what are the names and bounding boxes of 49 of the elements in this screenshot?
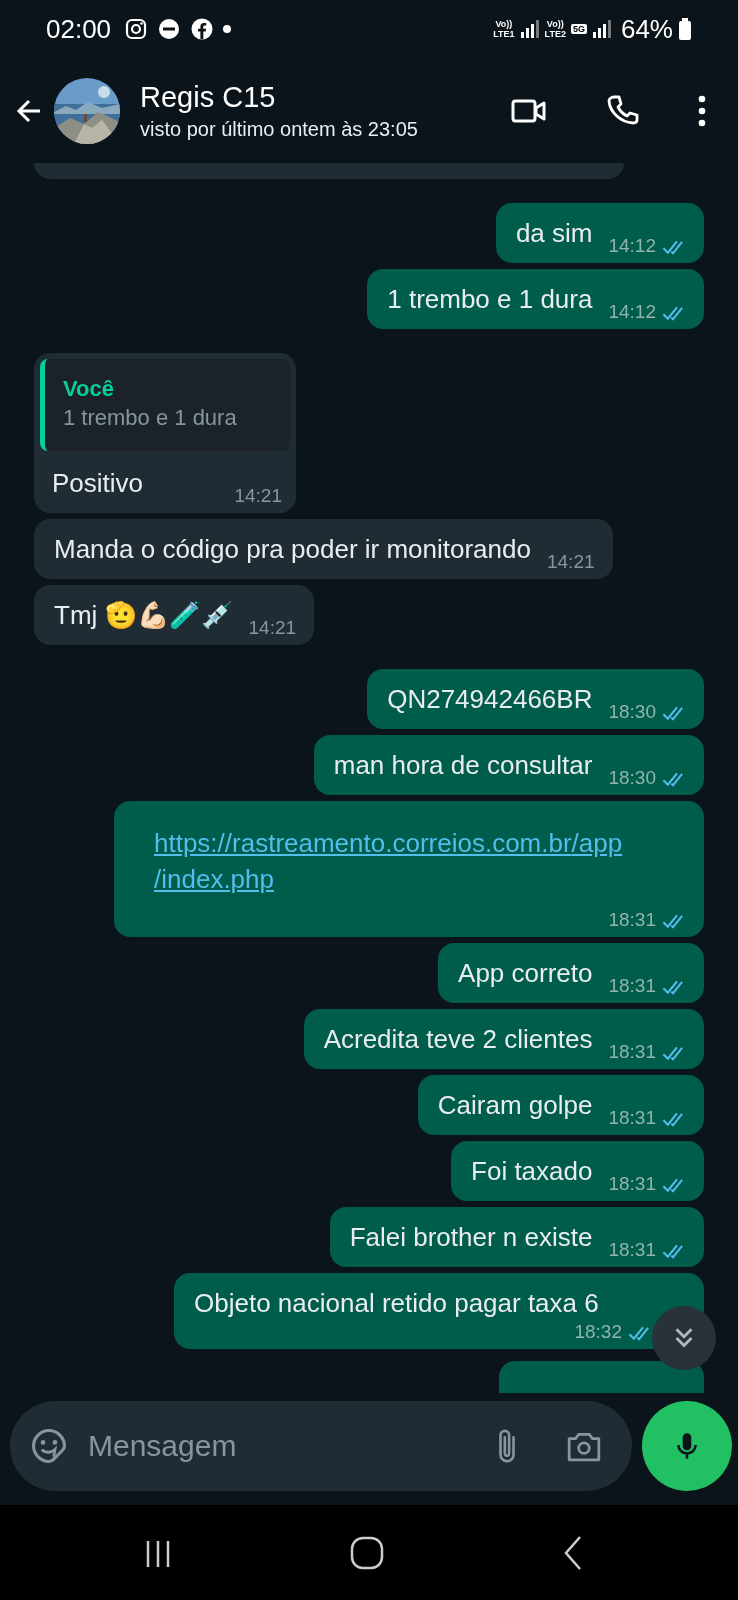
- quote-author: Você: [63, 375, 115, 403]
- link[interactable]: https://rastreamento.correios.com.br/app/index.php: [134, 813, 686, 909]
- message-time: 18:31: [608, 975, 656, 997]
- sim-indicator: Vo)) LTE1: [493, 19, 515, 39]
- message-text: Falei brother n existe: [349, 1221, 593, 1254]
- more-options-icon[interactable]: [698, 94, 706, 127]
- message-input[interactable]: Mensagem: [86, 1428, 476, 1464]
- message-text: Manda o código pra poder ir monitorando: [54, 533, 531, 566]
- camera-app-icon: [124, 17, 149, 41]
- message-time: 14:12: [608, 301, 656, 323]
- message-time: 18:31: [608, 1173, 656, 1195]
- message-text: 1 trembo e 1 dura: [387, 283, 593, 316]
- signal-icon: [591, 18, 612, 40]
- message-time: 14:21: [546, 551, 595, 573]
- battery-percentage: 64%: [620, 13, 673, 45]
- message-time: 14:21: [248, 617, 297, 639]
- message-time: 18:32: [574, 1321, 622, 1343]
- message-field[interactable]: Mensagem: [10, 1401, 632, 1491]
- message-time: 18:31: [608, 1041, 656, 1063]
- message-text: Acredita teve 2 clientes: [323, 1023, 593, 1056]
- network-badge: 5G: [570, 24, 587, 34]
- message-time: 14:12: [608, 235, 656, 257]
- message-text: App correto: [458, 957, 593, 990]
- social-app-icon: [190, 17, 215, 41]
- message-text: Tmj 🫡💪🏻🧪💉: [54, 599, 233, 632]
- do-not-disturb-icon: [157, 17, 182, 41]
- message-text: Objeto nacional retido pagar taxa 6: [194, 1287, 599, 1320]
- signal-icon: [519, 18, 540, 40]
- message-text: QN274942466BR: [387, 683, 593, 716]
- message-text: Foi taxado: [471, 1155, 593, 1188]
- last-seen-text: visto por último ontem às 23:05: [140, 116, 419, 142]
- message-time: 18:31: [608, 1107, 656, 1129]
- message-text: Cairam golpe: [437, 1089, 593, 1122]
- quote-text: 1 trembo e 1 dura: [63, 404, 238, 432]
- contact-name[interactable]: Regis C15: [140, 78, 504, 115]
- battery-icon: [678, 18, 692, 40]
- quoted-message[interactable]: Você 1 trembo e 1 dura: [40, 359, 290, 451]
- sim-indicator: Vo)) LTE2: [544, 19, 566, 39]
- message-text: man hora de consultar: [333, 749, 593, 782]
- message-time: 18:30: [608, 701, 656, 723]
- message-time: 18:30: [608, 767, 656, 789]
- clock-time: 02:00: [46, 13, 112, 45]
- message-text: Positivo: [52, 467, 144, 500]
- message-text: da sim: [515, 217, 593, 250]
- notification-dot-icon: [223, 25, 232, 33]
- message-time: 18:31: [608, 1239, 656, 1261]
- message-time: 18:31: [608, 909, 656, 931]
- message-time: 14:21: [234, 485, 282, 507]
- sticker-icon[interactable]: [30, 1427, 68, 1465]
